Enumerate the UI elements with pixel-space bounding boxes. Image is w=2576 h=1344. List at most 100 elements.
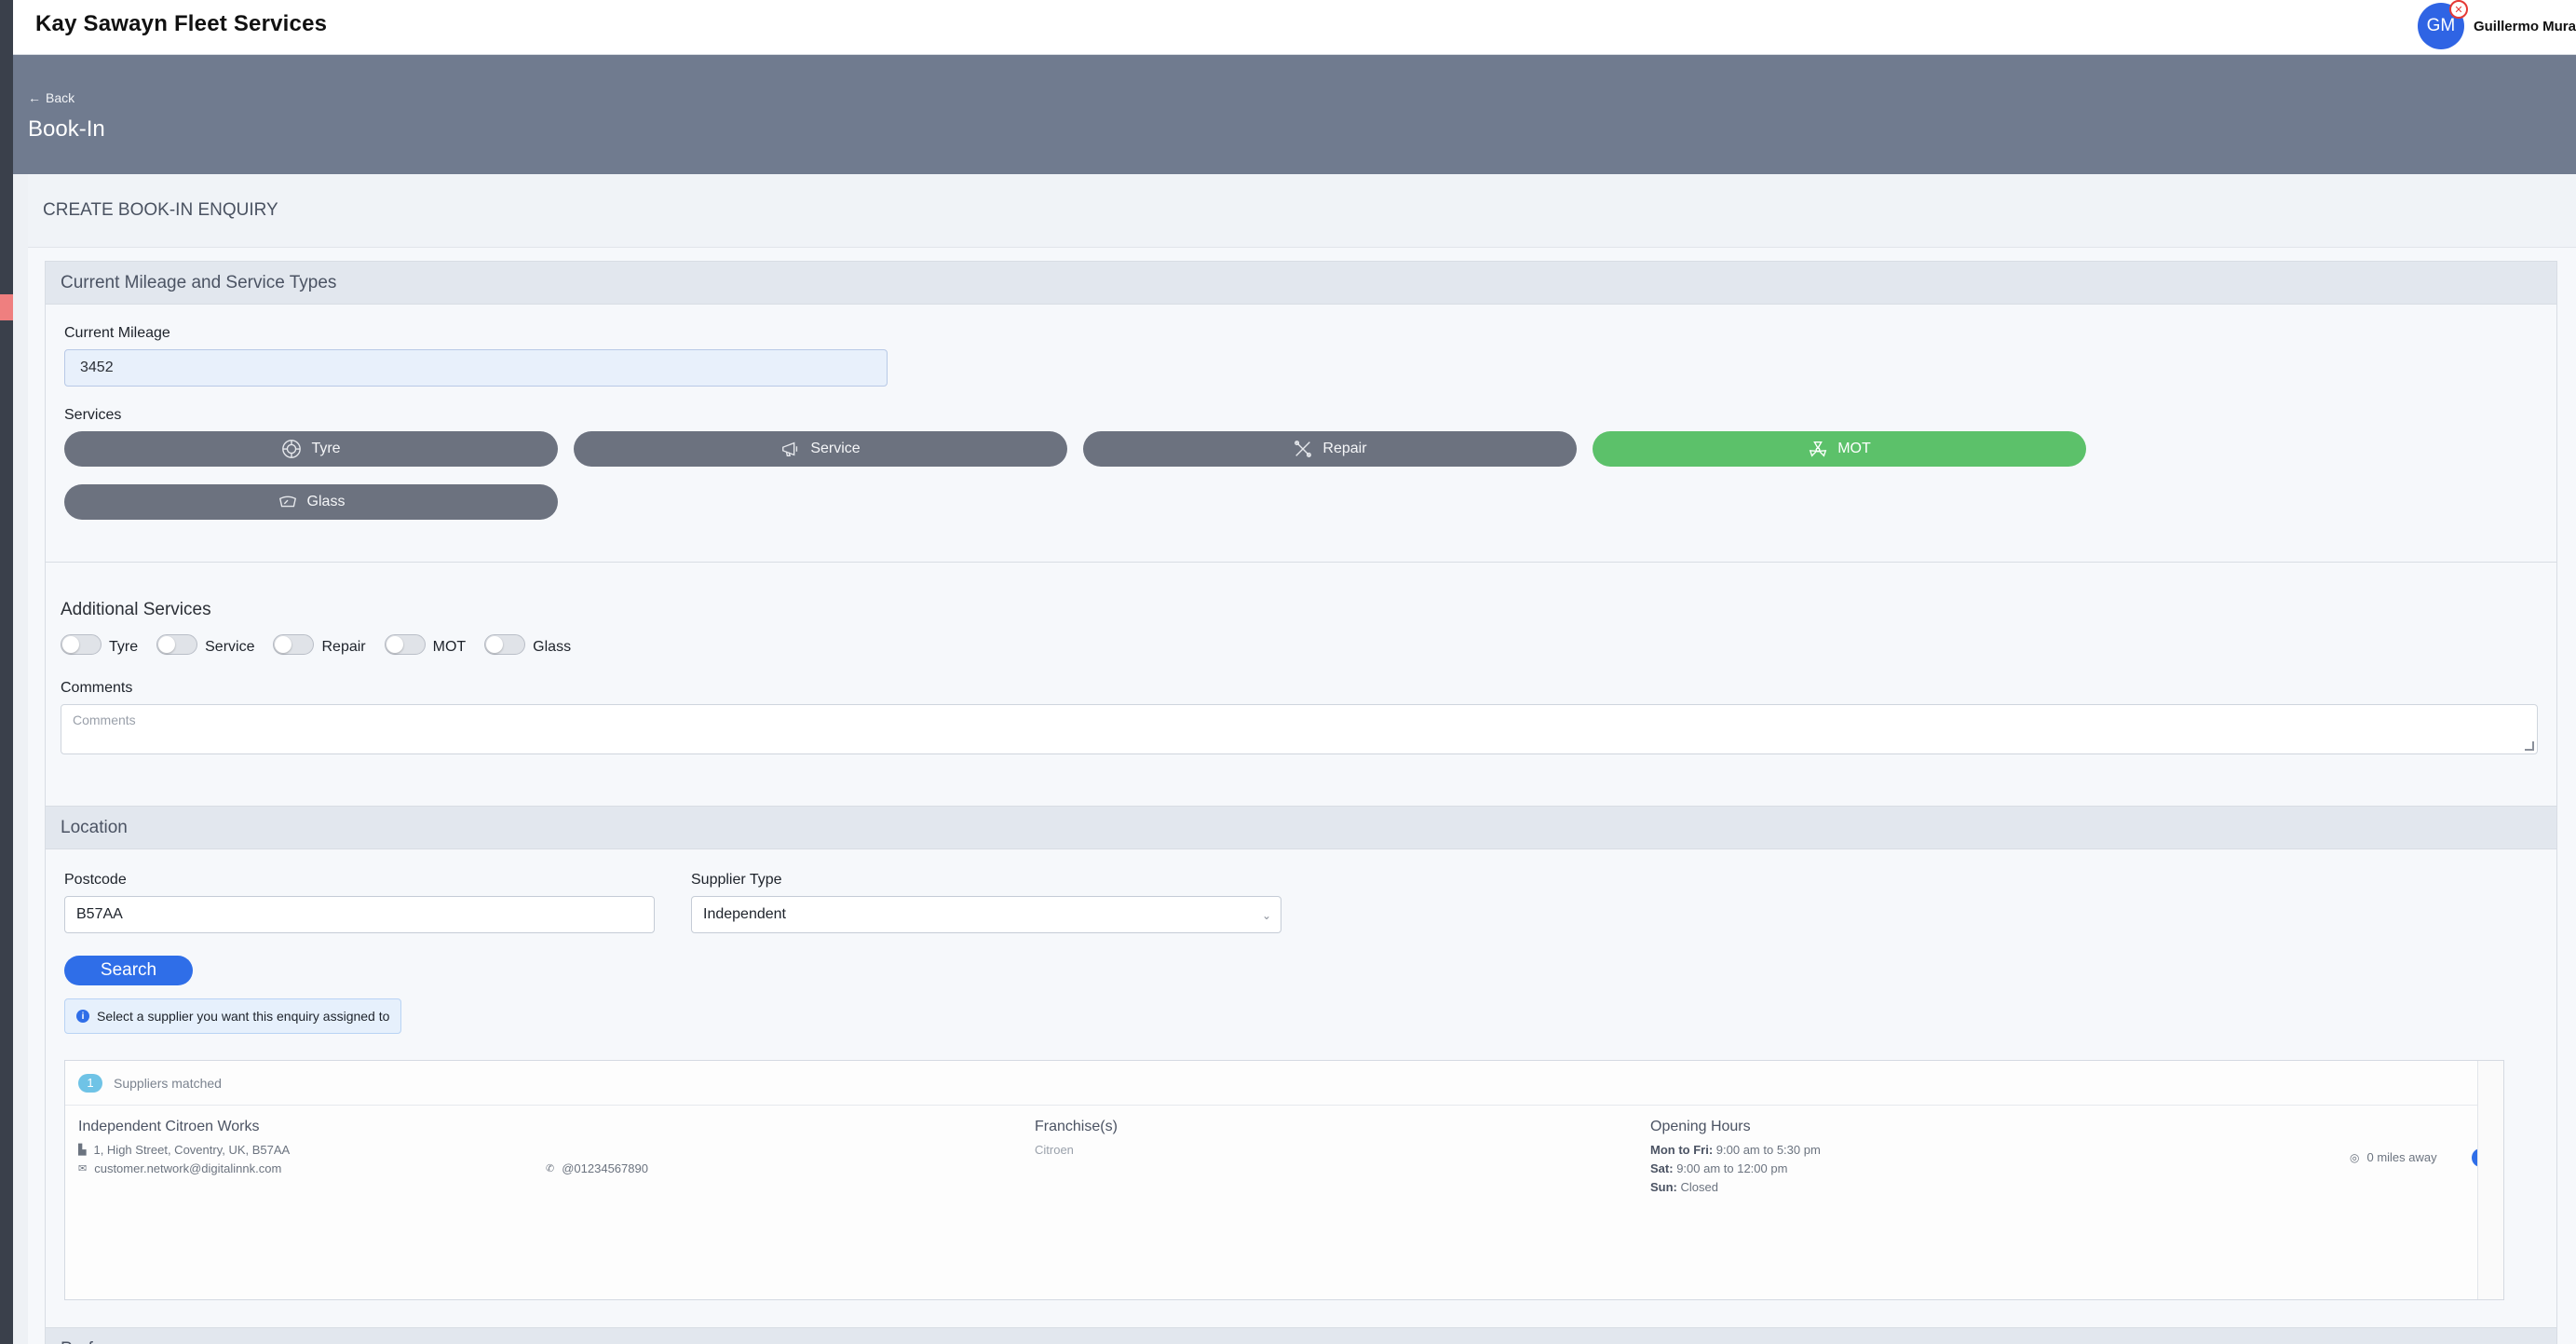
info-icon: i <box>76 1010 89 1023</box>
toggle-item-mot: MOT <box>384 633 467 656</box>
postcode-input[interactable]: B57AA <box>64 896 655 933</box>
distance-text: 0 miles away <box>2366 1150 2437 1164</box>
toggle-label: MOT <box>432 639 467 655</box>
avatar[interactable]: GM ✕ <box>2417 0 2468 49</box>
opening-hours-label: Opening Hours <box>1650 1119 1751 1134</box>
preferences-section: Pref <box>45 1327 2557 1344</box>
service-button-tyre[interactable]: Tyre <box>64 431 558 467</box>
search-button[interactable]: Search <box>64 956 193 985</box>
additional-toggles: Tyre Service Repair MOT Glass <box>61 633 2542 656</box>
brand-title: Kay Sawayn Fleet Services <box>35 11 328 36</box>
supplier-results: 1 Suppliers matched Independent Citroen … <box>64 1060 2504 1300</box>
supplier-type-value: Independent <box>703 906 786 922</box>
hours-time: Closed <box>1680 1180 1718 1194</box>
postcode-label: Postcode <box>64 872 127 888</box>
toggle-service[interactable] <box>156 634 198 655</box>
hours-day: Sun: <box>1650 1180 1677 1194</box>
chevron-down-icon: ⌄ <box>1262 909 1272 922</box>
services-grid: Tyre Service Repair MOT Glass <box>64 431 2538 520</box>
service-button-repair[interactable]: Repair <box>1083 431 1577 467</box>
supplier-distance: ◎ 0 miles away <box>2350 1150 2437 1164</box>
postcode-value: B57AA <box>76 906 123 922</box>
supplier-name: Independent Citroen Works <box>78 1119 260 1134</box>
windscreen-icon <box>278 496 296 508</box>
service-label: Glass <box>306 494 346 509</box>
hours-time: 9:00 am to 12:00 pm <box>1676 1161 1788 1175</box>
back-link[interactable]: ← Back <box>28 90 75 105</box>
service-label: Tyre <box>311 441 341 456</box>
location-pin-icon: ◎ <box>2350 1150 2360 1164</box>
notification-badge-icon: ✕ <box>2448 0 2468 19</box>
service-button-mot[interactable]: MOT <box>1593 431 2086 467</box>
franchise-label: Franchise(s) <box>1035 1119 1118 1134</box>
page-title: Book-In <box>28 116 105 142</box>
search-label: Search <box>100 960 157 980</box>
supplier-row[interactable]: Independent Citroen Works ▙ 1, High Stre… <box>65 1106 2503 1301</box>
hours-row: Mon to Fri: 9:00 am to 5:30 pm <box>1650 1143 1821 1157</box>
comments-textarea[interactable]: Comments <box>61 704 2538 754</box>
radiation-icon <box>1809 441 1827 457</box>
mileage-input[interactable]: 3452 <box>64 349 888 387</box>
building-icon: ▙ <box>78 1145 87 1156</box>
supplier-type-select[interactable]: Independent ⌄ <box>691 896 1281 933</box>
toggle-label: Tyre <box>109 639 139 655</box>
hours-row: Sun: Closed <box>1650 1180 1718 1194</box>
user-name: Guillermo Mura <box>2473 18 2576 34</box>
toggle-label: Glass <box>533 639 572 655</box>
additional-services-section: Additional Services Tyre Service Repair … <box>45 562 2557 806</box>
book-in-card: CREATE BOOK-IN ENQUIRY Current Mileage a… <box>28 174 2576 1344</box>
page-header: ← Back Book-In <box>13 55 2576 174</box>
service-button-service[interactable]: Service <box>574 431 1067 467</box>
comments-label: Comments <box>61 680 133 696</box>
results-count-badge: 1 <box>78 1073 102 1093</box>
supplier-address-text: 1, High Street, Coventry, UK, B57AA <box>93 1143 291 1157</box>
left-rail <box>0 0 13 1344</box>
rail-marker <box>0 294 13 320</box>
user-menu[interactable]: GM ✕ Guillermo Mura <box>2417 0 2576 50</box>
results-scrollbar[interactable] <box>2477 1061 2503 1299</box>
supplier-address: ▙ 1, High Street, Coventry, UK, B57AA <box>78 1143 290 1157</box>
results-header: 1 Suppliers matched <box>65 1061 2503 1106</box>
service-label: Repair <box>1322 441 1367 456</box>
service-button-glass[interactable]: Glass <box>64 484 558 520</box>
franchise-value: Citroen <box>1035 1143 1074 1157</box>
comments-placeholder: Comments <box>73 713 136 727</box>
hours-row: Sat: 9:00 am to 12:00 pm <box>1650 1161 1787 1175</box>
back-label: Back <box>46 90 75 105</box>
top-bar: Kay Sawayn Fleet Services GM ✕ Guillermo… <box>13 0 2576 55</box>
supplier-email: ✉ customer.network@digitalinnk.com <box>78 1161 281 1175</box>
section-title: Current Mileage and Service Types <box>46 262 2556 305</box>
mileage-label: Current Mileage <box>64 325 170 341</box>
results-count-label: Suppliers matched <box>114 1075 222 1091</box>
section-title: Location <box>46 807 2556 849</box>
supplier-hint: i Select a supplier you want this enquir… <box>64 998 402 1034</box>
toggle-label: Repair <box>321 639 366 655</box>
toggle-item-service: Service <box>156 633 254 656</box>
toggle-tyre[interactable] <box>61 634 102 655</box>
arrow-left-icon: ← <box>28 90 41 105</box>
toggle-repair[interactable] <box>273 634 315 655</box>
hint-text: Select a supplier you want this enquiry … <box>97 1009 390 1024</box>
envelope-icon: ✉ <box>78 1163 88 1174</box>
hours-day: Sat: <box>1650 1161 1674 1175</box>
tools-icon <box>1295 441 1312 457</box>
toggle-label: Service <box>205 639 255 655</box>
additional-title: Additional Services <box>61 600 211 619</box>
tyre-icon <box>282 440 302 458</box>
service-label: Service <box>810 441 861 456</box>
hours-time: 9:00 am to 5:30 pm <box>1715 1143 1821 1157</box>
resize-handle-icon[interactable] <box>2525 741 2534 751</box>
location-section: Location Postcode B57AA Supplier Type In… <box>45 806 2557 1327</box>
mileage-value: 3452 <box>80 360 114 375</box>
avatar-initials: GM <box>2426 16 2456 35</box>
toggle-mot[interactable] <box>384 634 426 655</box>
supplier-email-text: customer.network@digitalinnk.com <box>94 1161 282 1175</box>
supplier-type-label: Supplier Type <box>691 872 782 888</box>
phone-icon: ✆ <box>546 1163 555 1174</box>
toggle-item-tyre: Tyre <box>61 633 138 656</box>
section-title: Pref <box>46 1328 2556 1344</box>
toggle-item-glass: Glass <box>484 633 571 656</box>
service-label: MOT <box>1837 441 1871 456</box>
supplier-phone-text: @01234567890 <box>562 1161 648 1175</box>
toggle-glass[interactable] <box>484 634 526 655</box>
